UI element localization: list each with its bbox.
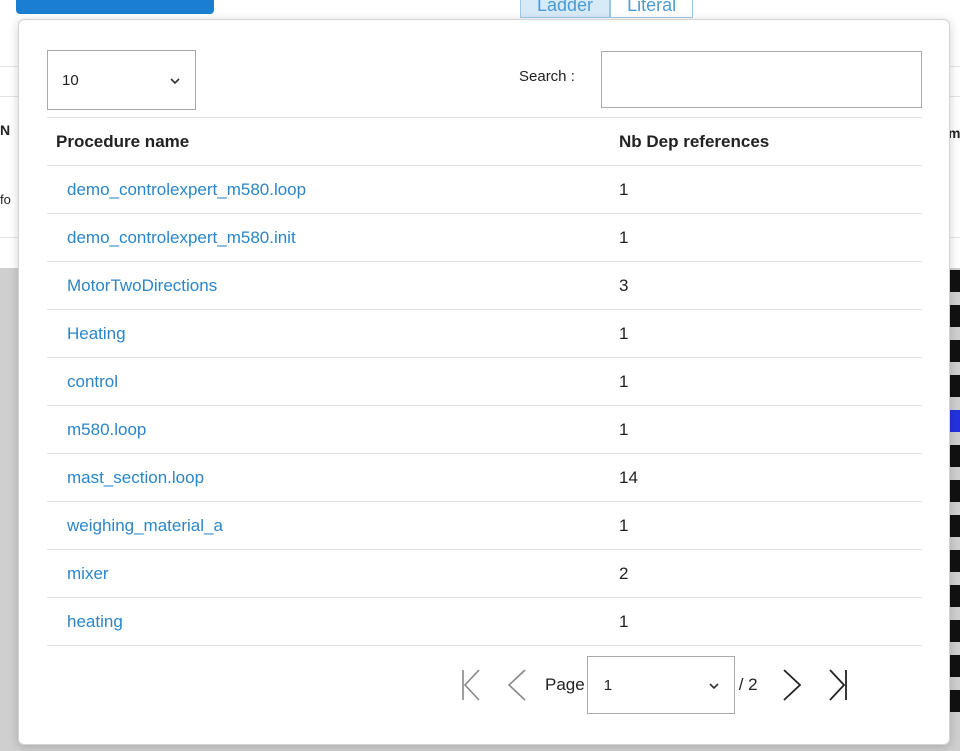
table-row: weighing_material_a 1	[47, 501, 922, 550]
page-size-value: 10	[62, 71, 79, 89]
dep-references-count: 1	[610, 213, 922, 262]
dep-references-count: 1	[610, 165, 922, 214]
page-size-select[interactable]: 10	[47, 50, 196, 110]
procedure-link[interactable]: mixer	[67, 564, 109, 583]
search-input[interactable]	[601, 51, 922, 108]
table-header-row: Procedure name Nb Dep references	[47, 117, 922, 166]
background-table-cell-fragment: fo	[0, 192, 11, 207]
procedure-link[interactable]: heating	[67, 612, 123, 631]
dep-references-count: 1	[610, 309, 922, 358]
procedures-table: Procedure name Nb Dep references demo_co…	[47, 117, 922, 646]
pagination: Page 1 / 2	[459, 656, 850, 714]
page-label: Page	[545, 675, 585, 694]
dep-references-count: 3	[610, 261, 922, 310]
page-number-select[interactable]: 1	[586, 656, 735, 714]
table-row: m580.loop 1	[47, 405, 922, 454]
table-row: Heating 1	[47, 309, 922, 358]
procedure-link[interactable]: control	[67, 372, 118, 391]
tab-ladder[interactable]: Ladder	[520, 0, 611, 18]
dep-references-count: 1	[610, 405, 922, 454]
table-row: mast_section.loop 14	[47, 453, 922, 502]
column-header-nb-dep-references[interactable]: Nb Dep references	[610, 117, 922, 166]
procedure-link[interactable]: demo_controlexpert_m580.loop	[67, 180, 306, 199]
table-row: demo_controlexpert_m580.init 1	[47, 213, 922, 262]
procedure-link[interactable]: weighing_material_a	[67, 516, 223, 535]
tab-literal[interactable]: Literal	[610, 0, 694, 18]
background-view-tabs: Ladder Literal	[520, 0, 694, 18]
table-row: control 1	[47, 357, 922, 406]
procedure-link[interactable]: m580.loop	[67, 420, 146, 439]
previous-page-icon[interactable]	[505, 668, 529, 702]
next-page-icon[interactable]	[780, 668, 804, 702]
search-label: Search :	[519, 68, 575, 85]
chevron-down-icon	[169, 74, 181, 86]
procedure-link[interactable]: demo_controlexpert_m580.init	[67, 228, 296, 247]
dep-references-count: 2	[610, 549, 922, 598]
dependencies-modal: 10 Search : Procedure name Nb Dep refere…	[18, 19, 950, 745]
background-primary-button[interactable]	[16, 0, 214, 14]
chevron-down-icon	[708, 679, 720, 691]
table-row: demo_controlexpert_m580.loop 1	[47, 165, 922, 214]
procedure-link[interactable]: mast_section.loop	[67, 468, 204, 487]
table-row: MotorTwoDirections 3	[47, 261, 922, 310]
background-table-header-fragment: N	[0, 122, 11, 138]
dep-references-count: 1	[610, 357, 922, 406]
table-row: heating 1	[47, 597, 922, 646]
dep-references-count: 1	[610, 597, 922, 646]
current-page-value: 1	[603, 676, 613, 694]
page-total: / 2	[738, 675, 758, 694]
last-page-icon[interactable]	[826, 668, 850, 702]
first-page-icon[interactable]	[459, 668, 483, 702]
column-header-procedure-name[interactable]: Procedure name	[47, 117, 610, 166]
dep-references-count: 14	[610, 453, 922, 502]
procedure-link[interactable]: Heating	[67, 324, 126, 343]
procedure-link[interactable]: MotorTwoDirections	[67, 276, 217, 295]
table-row: mixer 2	[47, 549, 922, 598]
dep-references-count: 1	[610, 501, 922, 550]
